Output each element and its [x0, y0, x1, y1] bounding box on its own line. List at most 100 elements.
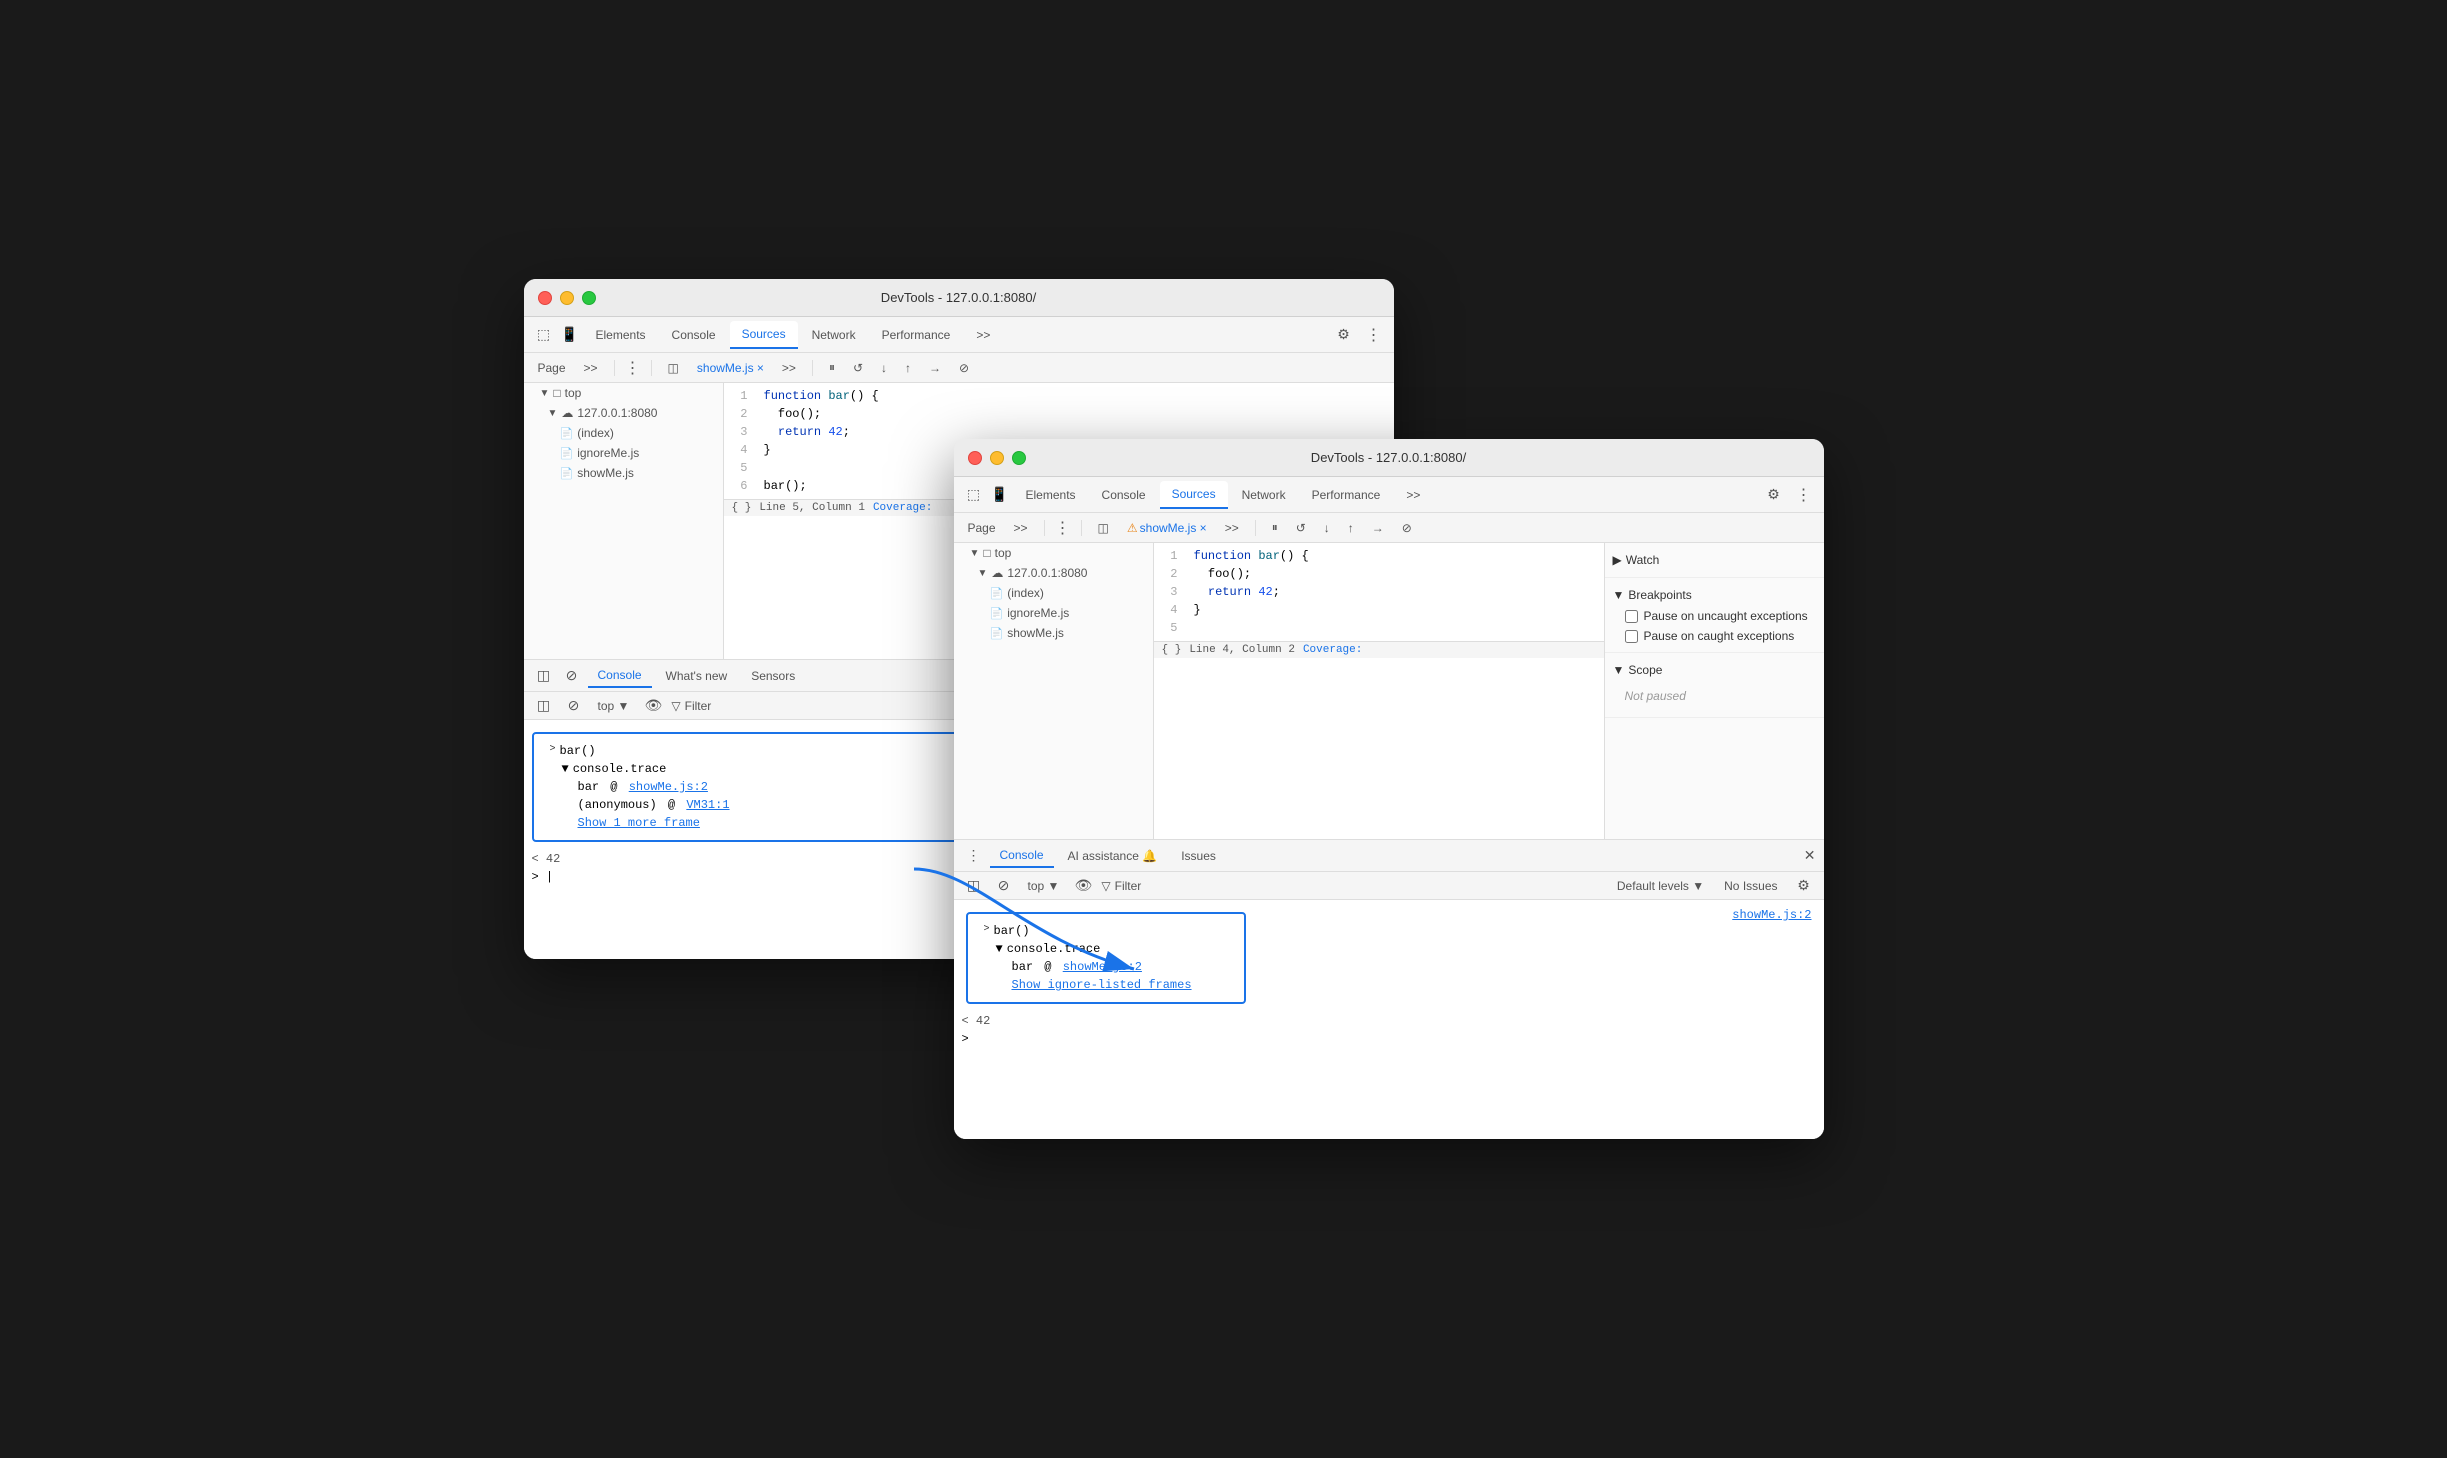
- front-close-panel-btn[interactable]: ✕: [1804, 847, 1816, 864]
- back-tab-more[interactable]: >>: [964, 322, 1002, 348]
- front-deactivate[interactable]: ⊘: [1396, 519, 1418, 537]
- back-console-clear-icon[interactable]: ⊘: [560, 664, 584, 688]
- front-console-sidebar-btn[interactable]: ◫: [962, 874, 986, 898]
- back-sidebar-toggle[interactable]: ◫: [662, 359, 685, 377]
- back-tab-network[interactable]: Network: [800, 322, 868, 348]
- front-file-tab[interactable]: ⚠ showMe.js ×: [1121, 519, 1213, 537]
- back-sidebar-ignoreme[interactable]: 📄 ignoreMe.js: [524, 443, 723, 463]
- back-trace-arrow[interactable]: ▼: [562, 762, 569, 776]
- back-vm31-link[interactable]: VM31:1: [686, 798, 729, 812]
- back-device-icon[interactable]: 📱: [558, 323, 582, 347]
- front-bar-arrow[interactable]: >: [984, 924, 990, 935]
- front-sidebar-showme[interactable]: 📄 showMe.js: [954, 623, 1153, 643]
- back-step-out[interactable]: ↑: [899, 359, 917, 377]
- back-whatsnew-tab[interactable]: What's new: [656, 665, 738, 687]
- back-console-clear-btn[interactable]: ⊘: [562, 694, 586, 718]
- front-tab-performance[interactable]: Performance: [1300, 482, 1393, 508]
- front-console-top[interactable]: top ▼: [1022, 877, 1066, 895]
- back-code-line-1: 1 function bar() {: [724, 387, 1394, 405]
- back-step[interactable]: →: [923, 359, 947, 377]
- front-tab-console[interactable]: Console: [1090, 482, 1158, 508]
- front-tab-more[interactable]: >>: [1394, 482, 1432, 508]
- back-minimize-button[interactable]: [560, 291, 574, 305]
- back-close-button[interactable]: [538, 291, 552, 305]
- front-file-more[interactable]: >>: [1219, 519, 1245, 537]
- front-default-levels[interactable]: Default levels ▼: [1611, 877, 1710, 895]
- front-ai-tab[interactable]: AI assistance 🔔: [1058, 845, 1168, 867]
- front-console-clear-btn[interactable]: ⊘: [992, 874, 1016, 898]
- back-bar-arrow[interactable]: >: [550, 744, 556, 755]
- back-step-into[interactable]: ↓: [875, 359, 893, 377]
- back-sensors-tab[interactable]: Sensors: [741, 665, 805, 687]
- back-sidebar-showme[interactable]: 📄 showMe.js: [524, 463, 723, 483]
- back-deactivate[interactable]: ⊘: [953, 359, 975, 377]
- back-file-tab[interactable]: showMe.js ×: [691, 359, 770, 377]
- back-fullscreen-button[interactable]: [582, 291, 596, 305]
- front-scope-header[interactable]: ▼ Scope: [1605, 659, 1824, 681]
- front-watch-triangle: ▶: [1613, 553, 1622, 567]
- back-showme-link[interactable]: showMe.js:2: [629, 780, 708, 794]
- back-page-tab[interactable]: Page: [532, 359, 572, 377]
- front-console-sidebar-icon[interactable]: ⋮: [962, 844, 986, 868]
- front-page-tab[interactable]: Page: [962, 519, 1002, 537]
- back-settings-icon[interactable]: ⚙: [1332, 323, 1356, 347]
- front-sidebar-top[interactable]: ▼ □ top: [954, 543, 1153, 563]
- front-step-over[interactable]: ↺: [1290, 519, 1312, 537]
- front-sidebar-index[interactable]: 📄 (index): [954, 583, 1153, 603]
- back-sidebar-top[interactable]: ▼ □ top: [524, 383, 723, 403]
- back-file-more[interactable]: >>: [776, 359, 802, 377]
- front-step[interactable]: →: [1366, 519, 1390, 537]
- back-page-more[interactable]: >>: [578, 359, 604, 377]
- back-inspect-icon[interactable]: ⬚: [532, 323, 556, 347]
- front-sidebar-server[interactable]: ▼ ☁ 127.0.0.1:8080: [954, 563, 1153, 583]
- front-step-out[interactable]: ↑: [1342, 519, 1360, 537]
- back-sidebar-index[interactable]: 📄 (index): [524, 423, 723, 443]
- back-console-sidebar-btn[interactable]: ◫: [532, 694, 556, 718]
- back-console-eye[interactable]: 👁: [641, 694, 665, 718]
- front-settings-icon[interactable]: ⚙: [1762, 483, 1786, 507]
- back-tab-console[interactable]: Console: [660, 322, 728, 348]
- back-console-top[interactable]: top ▼: [592, 697, 636, 715]
- front-tab-sources[interactable]: Sources: [1160, 481, 1228, 509]
- back-sidebar-server[interactable]: ▼ ☁ 127.0.0.1:8080: [524, 403, 723, 423]
- front-inspect-icon[interactable]: ⬚: [962, 483, 986, 507]
- front-fullscreen-button[interactable]: [1012, 451, 1026, 465]
- front-console-tab[interactable]: Console: [990, 844, 1054, 868]
- front-tab-network[interactable]: Network: [1230, 482, 1298, 508]
- front-toolbar-more[interactable]: ⋮: [1055, 518, 1071, 538]
- front-trace-arrow[interactable]: ▼: [996, 942, 1003, 956]
- front-server-label: 127.0.0.1:8080: [1007, 566, 1087, 580]
- back-tab-performance[interactable]: Performance: [870, 322, 963, 348]
- front-pause-caught-checkbox[interactable]: [1625, 630, 1638, 643]
- front-pause-uncaught-checkbox[interactable]: [1625, 610, 1638, 623]
- front-pause-uncaught-row: Pause on uncaught exceptions: [1605, 606, 1824, 626]
- front-close-button[interactable]: [968, 451, 982, 465]
- front-device-icon[interactable]: 📱: [988, 483, 1012, 507]
- front-right-showme-link[interactable]: showMe.js:2: [1732, 908, 1811, 922]
- front-issues-tab[interactable]: Issues: [1171, 845, 1226, 867]
- front-console-eye[interactable]: 👁: [1071, 874, 1095, 898]
- front-sidebar-toggle[interactable]: ◫: [1092, 519, 1115, 537]
- back-more-icon[interactable]: ⋮: [1362, 323, 1386, 347]
- front-breakpoints-header[interactable]: ▼ Breakpoints: [1605, 584, 1824, 606]
- front-page-more[interactable]: >>: [1008, 519, 1034, 537]
- back-tab-sources[interactable]: Sources: [730, 321, 798, 349]
- front-showme-link[interactable]: showMe.js:2: [1063, 960, 1142, 974]
- back-console-tab[interactable]: Console: [588, 664, 652, 688]
- front-tab-elements[interactable]: Elements: [1014, 482, 1088, 508]
- front-step-into[interactable]: ↓: [1318, 519, 1336, 537]
- back-pause-icon[interactable]: ⏸: [823, 358, 841, 377]
- front-console-settings[interactable]: ⚙: [1792, 874, 1816, 898]
- front-more-icon[interactable]: ⋮: [1792, 483, 1816, 507]
- front-ignore-frames-link[interactable]: Show ignore-listed frames: [1012, 978, 1192, 992]
- front-sidebar-ignoreme[interactable]: 📄 ignoreMe.js: [954, 603, 1153, 623]
- back-window-title: DevTools - 127.0.0.1:8080/: [881, 290, 1036, 305]
- back-console-sidebar-icon[interactable]: ◫: [532, 664, 556, 688]
- front-watch-header[interactable]: ▶ Watch: [1605, 549, 1824, 571]
- front-pause-icon[interactable]: ⏸: [1266, 518, 1284, 537]
- back-toolbar-more[interactable]: ⋮: [625, 358, 641, 378]
- front-minimize-button[interactable]: [990, 451, 1004, 465]
- back-more-frame-link[interactable]: Show 1 more frame: [578, 816, 700, 830]
- back-step-over[interactable]: ↺: [847, 359, 869, 377]
- back-tab-elements[interactable]: Elements: [584, 322, 658, 348]
